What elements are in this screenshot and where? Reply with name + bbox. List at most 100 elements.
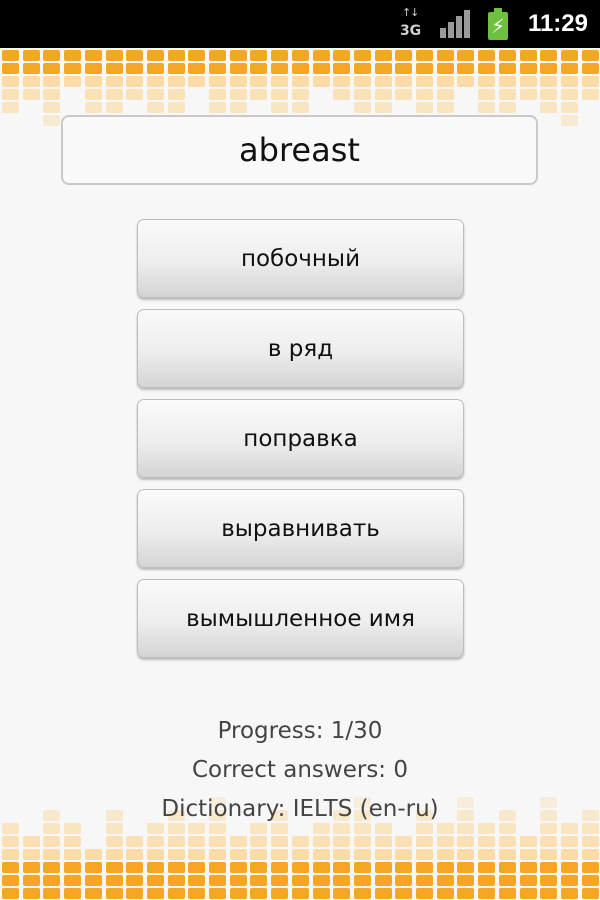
equalizer-cell <box>312 849 330 860</box>
equalizer-cell <box>43 50 61 61</box>
equalizer-cell <box>229 50 247 61</box>
equalizer-cell <box>167 836 185 847</box>
equalizer-cell <box>498 89 516 100</box>
equalizer-cell <box>188 888 206 899</box>
equalizer-cell <box>478 50 496 61</box>
equalizer-cell <box>2 875 19 886</box>
equalizer-cell <box>436 836 454 847</box>
equalizer-cell <box>209 63 226 74</box>
equalizer-cell <box>167 50 185 61</box>
equalizer-cell <box>22 89 40 100</box>
equalizer-cell <box>229 836 247 847</box>
equalizer-cell <box>209 888 226 899</box>
equalizer-cell <box>250 875 268 886</box>
equalizer-cell <box>209 50 226 61</box>
equalizer-cell <box>64 875 82 886</box>
equalizer-cell <box>436 849 454 860</box>
equalizer-cell <box>2 76 19 87</box>
equalizer-cell <box>43 875 61 886</box>
equalizer-cell <box>2 888 19 899</box>
equalizer-cell <box>271 50 289 61</box>
equalizer-cell <box>229 888 247 899</box>
equalizer-cell <box>209 89 226 100</box>
equalizer-cell <box>2 63 19 74</box>
equalizer-cell <box>229 862 247 873</box>
equalizer-cell <box>333 76 351 87</box>
equalizer-cell <box>64 76 82 87</box>
equalizer-cell <box>353 102 371 113</box>
equalizer-cell <box>540 76 558 87</box>
equalizer-cell <box>126 50 144 61</box>
equalizer-cell <box>519 836 537 847</box>
equalizer-cell <box>498 862 516 873</box>
equalizer-cell <box>126 888 144 899</box>
equalizer-cell <box>43 102 61 113</box>
equalizer-cell <box>2 102 19 113</box>
equalizer-cell <box>353 76 371 87</box>
equalizer-cell <box>333 888 351 899</box>
equalizer-cell <box>126 836 144 847</box>
equalizer-cell <box>374 63 392 74</box>
equalizer-cell <box>374 862 392 873</box>
equalizer-cell <box>416 875 433 886</box>
equalizer-cell <box>540 836 558 847</box>
equalizer-cell <box>291 888 309 899</box>
equalizer-cell <box>312 875 330 886</box>
equalizer-cell <box>64 823 82 834</box>
equalizer-cell <box>167 849 185 860</box>
equalizer-cell <box>416 849 433 860</box>
equalizer-cell <box>560 50 578 61</box>
equalizer-cell <box>229 76 247 87</box>
equalizer-cell <box>229 63 247 74</box>
equalizer-cell <box>291 862 309 873</box>
equalizer-cell <box>271 89 289 100</box>
equalizer-cell <box>84 76 102 87</box>
status-bar: ↑↓ 3G ⚡ 11:29 <box>0 0 600 48</box>
equalizer-cell <box>146 102 164 113</box>
answer-button-2[interactable]: в ряд <box>137 309 464 388</box>
equalizer-cell <box>560 89 578 100</box>
equalizer-cell <box>353 849 371 860</box>
equalizer-cell <box>312 823 330 834</box>
answer-button-5[interactable]: вымышленное имя <box>137 579 464 658</box>
equalizer-cell <box>64 888 82 899</box>
equalizer-cell <box>2 823 19 834</box>
equalizer-cell <box>353 875 371 886</box>
equalizer-cell <box>395 89 413 100</box>
answer-button-3[interactable]: поправка <box>137 399 464 478</box>
answer-button-4[interactable]: выравнивать <box>137 489 464 568</box>
equalizer-cell <box>188 823 206 834</box>
equalizer-cell <box>291 50 309 61</box>
equalizer-cell <box>436 50 454 61</box>
equalizer-cell <box>478 89 496 100</box>
equalizer-cell <box>560 115 578 126</box>
equalizer-cell <box>416 102 433 113</box>
equalizer-cell <box>146 76 164 87</box>
equalizer-cell <box>312 76 330 87</box>
equalizer-cell <box>250 849 268 860</box>
equalizer-cell <box>105 836 123 847</box>
equalizer-cell <box>271 875 289 886</box>
equalizer-cell <box>105 875 123 886</box>
equalizer-cell <box>250 823 268 834</box>
equalizer-cell <box>333 63 351 74</box>
equalizer-cell <box>167 89 185 100</box>
equalizer-cell <box>229 875 247 886</box>
equalizer-cell <box>353 89 371 100</box>
equalizer-cell <box>436 875 454 886</box>
answer-button-1[interactable]: побочный <box>137 219 464 298</box>
equalizer-cell <box>167 862 185 873</box>
equalizer-cell <box>560 102 578 113</box>
equalizer-cell <box>43 836 61 847</box>
equalizer-cell <box>188 875 206 886</box>
equalizer-cell <box>519 888 537 899</box>
equalizer-cell <box>581 888 599 899</box>
equalizer-cell <box>416 862 433 873</box>
equalizer-cell <box>312 50 330 61</box>
equalizer-cell <box>416 888 433 899</box>
equalizer-cell <box>353 888 371 899</box>
equalizer-cell <box>209 849 226 860</box>
equalizer-cell <box>457 836 475 847</box>
equalizer-cell <box>2 50 19 61</box>
equalizer-cell <box>271 888 289 899</box>
